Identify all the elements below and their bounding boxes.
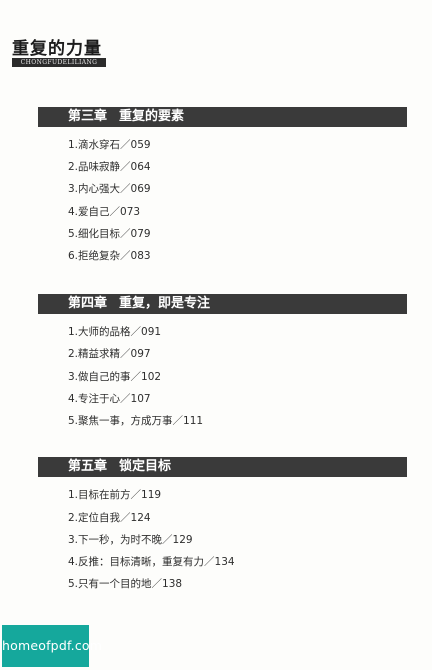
chapter-header: 第五章 锁定目标 (38, 457, 407, 477)
chapter-header: 第四章 重复，即是专注 (38, 294, 407, 314)
book-subtitle: CHONGFUDELILIANG (12, 58, 106, 67)
toc-entry[interactable]: 2.品味寂静／064 (68, 160, 151, 174)
toc-entry[interactable]: 4.专注于心／107 (68, 392, 151, 406)
toc-entry[interactable]: 1.目标在前方／119 (68, 488, 161, 502)
toc-entry[interactable]: 3.做自己的事／102 (68, 370, 161, 384)
chapter-number: 第五章 (68, 459, 108, 474)
chapter-name: 重复的要素 (119, 109, 185, 124)
toc-entry[interactable]: 2.定位自我／124 (68, 511, 151, 525)
toc-entry[interactable]: 1.滴水穿石／059 (68, 138, 151, 152)
book-title: 重复的力量 (12, 39, 102, 59)
toc-entry[interactable]: 5.只有一个目的地／138 (68, 577, 182, 591)
chapter-number: 第四章 (68, 296, 108, 311)
toc-entry[interactable]: 3.内心强大／069 (68, 182, 151, 196)
toc-entry[interactable]: 4.爱自己／073 (68, 205, 140, 219)
toc-entry[interactable]: 2.精益求精／097 (68, 347, 151, 361)
toc-entry[interactable]: 1.大师的品格／091 (68, 325, 161, 339)
watermark-logo: homeofpdf.com (2, 625, 102, 667)
toc-entry[interactable]: 5.细化目标／079 (68, 227, 151, 241)
toc-entry[interactable]: 3.下一秒，为时不晚／129 (68, 533, 193, 547)
chapter-name: 锁定目标 (119, 459, 172, 474)
chapter-header: 第三章 重复的要素 (38, 107, 407, 127)
toc-entry[interactable]: 5.聚焦一事，方成万事／111 (68, 414, 203, 428)
chapter-number: 第三章 (68, 109, 108, 124)
chapter-name: 重复，即是专注 (119, 296, 211, 311)
toc-entry[interactable]: 6.拒绝复杂／083 (68, 249, 151, 263)
toc-entry[interactable]: 4.反推：目标清晰，重复有力／134 (68, 555, 235, 569)
